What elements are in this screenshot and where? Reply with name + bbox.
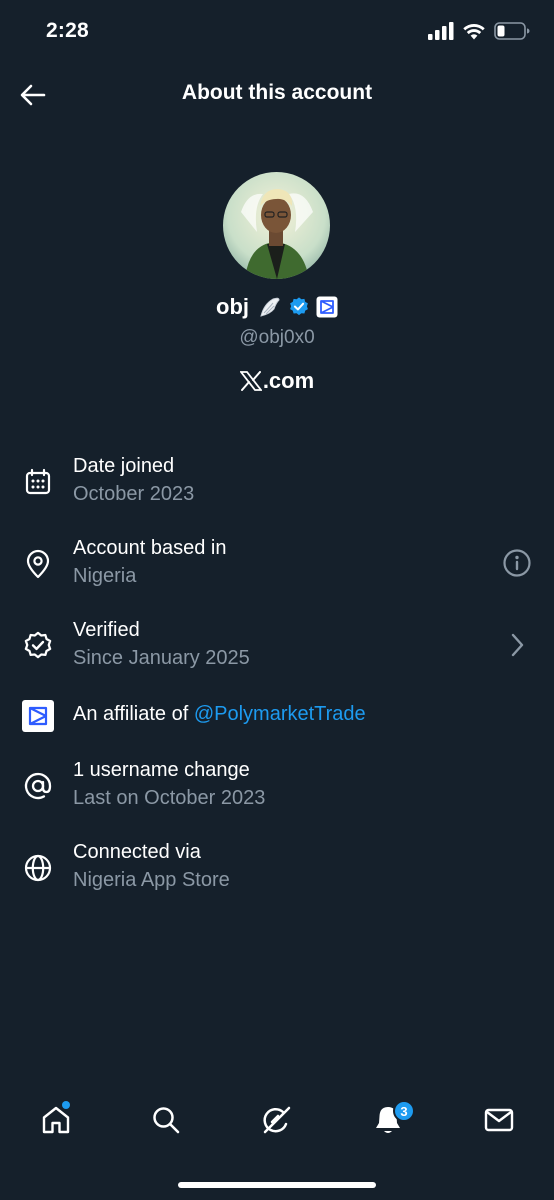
username-change-value: Last on October 2023 (73, 787, 266, 809)
at-sign-icon (20, 768, 56, 804)
info-text-connected-via: Connected via Nigeria App Store (73, 838, 230, 894)
info-text-based-in: Account based in Nigeria (73, 534, 226, 590)
grok-icon (263, 1106, 291, 1134)
username-change-title: 1 username change (73, 759, 250, 781)
wifi-icon (463, 23, 485, 39)
affiliate-handle-link[interactable]: @PolymarketTrade (194, 703, 366, 725)
avatar-image (223, 172, 330, 279)
verified-value: Since January 2025 (73, 647, 250, 669)
about-account-screen: 2:28 About this account obj @obj0x0 .com… (0, 0, 554, 1200)
display-name: obj (216, 294, 249, 319)
info-text-username-change: 1 username change Last on October 2023 (73, 756, 265, 812)
based-in-title: Account based in (73, 537, 227, 559)
avatar[interactable] (223, 172, 330, 279)
search-icon (153, 1107, 180, 1134)
tab-search[interactable] (146, 1100, 186, 1140)
tab-bar (0, 1096, 554, 1148)
info-row-verified[interactable]: Verified Since January 2025 (0, 616, 554, 676)
info-text-date-joined: Date joined October 2023 (73, 452, 194, 508)
status-bar: 2:28 (0, 0, 554, 66)
info-circle-icon (503, 549, 531, 577)
page-title: About this account (181, 81, 373, 104)
status-icons (428, 22, 530, 40)
polymarket-logo-icon (20, 698, 56, 734)
domain-suffix: .com (262, 368, 315, 393)
status-time: 2:28 (46, 19, 89, 42)
notification-count-badge: 3 (393, 1100, 415, 1122)
header: About this account (0, 66, 554, 122)
info-row-affiliate: An affiliate of @PolymarketTrade (0, 698, 554, 732)
tab-home[interactable] (36, 1100, 76, 1140)
verified-chevron-button[interactable] (500, 628, 534, 662)
info-row-date-joined: Date joined October 2023 (0, 452, 554, 512)
verified-badge-outline-icon (20, 628, 56, 664)
affiliate-line: An affiliate of @PolymarketTrade (73, 700, 366, 728)
x-logo-icon (239, 371, 262, 391)
wing-emoji-icon (260, 297, 280, 317)
info-row-username-change: 1 username change Last on October 2023 (0, 756, 554, 816)
based-in-value: Nigeria (73, 565, 137, 587)
connected-via-value: Nigeria App Store (73, 869, 230, 891)
home-indicator[interactable] (178, 1182, 376, 1188)
info-row-based-in: Account based in Nigeria (0, 534, 554, 594)
date-joined-title: Date joined (73, 455, 175, 477)
verified-badge-icon (290, 297, 308, 316)
info-text-verified: Verified Since January 2025 (73, 616, 250, 672)
domain-label: .com (0, 368, 554, 394)
info-button[interactable] (500, 546, 534, 580)
battery-icon (494, 22, 530, 40)
mail-icon (484, 1108, 514, 1132)
verified-title: Verified (73, 619, 140, 641)
cellular-signal-icon (428, 22, 454, 40)
info-text-affiliate: An affiliate of @PolymarketTrade (73, 700, 366, 728)
globe-icon (20, 850, 56, 886)
affiliate-prefix: An affiliate of (73, 703, 194, 725)
connected-via-title: Connected via (73, 841, 201, 863)
username-handle: @obj0x0 (239, 327, 315, 348)
affiliate-badge-icon (316, 296, 338, 318)
tab-messages[interactable] (479, 1100, 519, 1140)
chevron-right-icon (511, 633, 524, 657)
date-joined-value: October 2023 (73, 483, 195, 505)
tab-grok[interactable] (257, 1100, 297, 1140)
location-pin-icon (20, 546, 56, 582)
calendar-icon (20, 464, 56, 500)
info-row-connected-via: Connected via Nigeria App Store (0, 838, 554, 898)
home-unread-dot (62, 1101, 70, 1109)
name-row: obj (0, 294, 554, 320)
